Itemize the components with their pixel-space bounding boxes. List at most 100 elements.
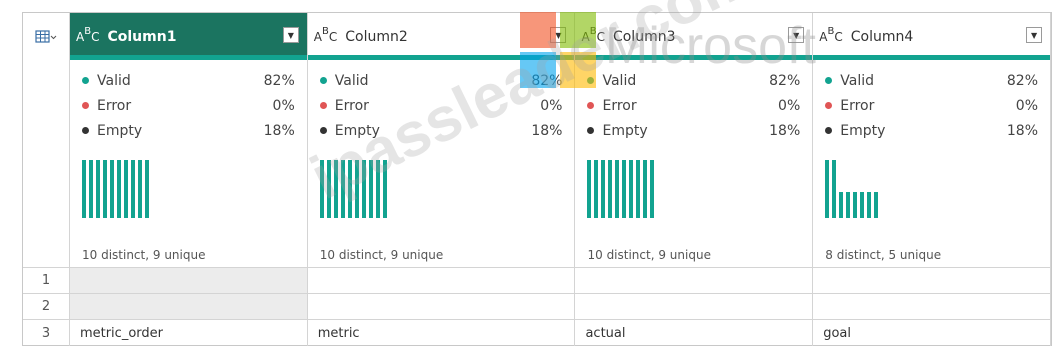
distribution-histogram[interactable]	[825, 148, 881, 218]
distribution-histogram[interactable]	[319, 148, 390, 218]
empty-stat: Empty 18%	[825, 118, 1038, 143]
table-cell[interactable]: goal	[813, 320, 1051, 346]
empty-dot-icon	[319, 127, 327, 134]
table-icon	[35, 29, 57, 43]
histogram-bar	[643, 160, 648, 218]
error-stat: Error 0%	[319, 93, 562, 118]
text-type-icon[interactable]: ABC	[314, 26, 337, 43]
histogram-bar	[347, 160, 352, 218]
empty-stat: Empty 18%	[82, 118, 295, 143]
histogram-bar	[326, 160, 331, 218]
column-name: Column3	[612, 28, 676, 45]
row-number[interactable]: 3	[23, 320, 70, 346]
table-cell[interactable]	[69, 268, 308, 293]
histogram-bar	[853, 192, 858, 218]
error-percent: 0%	[1015, 97, 1039, 114]
chevron-down-icon[interactable]: ▼	[1026, 27, 1043, 43]
row-number[interactable]: 1	[23, 268, 70, 293]
table-cell[interactable]: actual	[575, 320, 814, 346]
column-header-4[interactable]: ABC Column4 ▼	[813, 13, 1052, 60]
histogram-bar	[587, 160, 592, 218]
valid-stat: Valid 82%	[82, 68, 295, 93]
histogram-bar	[650, 160, 655, 218]
column-name: Column1	[107, 28, 177, 45]
chevron-down-icon[interactable]: ▼	[550, 27, 567, 43]
table-menu-button[interactable]	[23, 13, 70, 60]
histogram-bar	[110, 160, 114, 218]
table-cell[interactable]: metric_order	[70, 320, 308, 346]
valid-dot-icon	[319, 77, 327, 84]
table-cell[interactable]	[813, 294, 1051, 319]
histogram-bar	[319, 160, 324, 218]
valid-label: Valid	[97, 72, 131, 89]
error-stat: Error 0%	[825, 93, 1038, 118]
valid-label: Valid	[602, 72, 637, 89]
column-header-2[interactable]: ABC Column2 ▼	[307, 13, 576, 60]
error-label: Error	[97, 97, 132, 114]
histogram-bar	[82, 160, 86, 218]
text-type-icon[interactable]: ABC	[76, 26, 99, 43]
histogram-bar	[138, 160, 142, 218]
histogram-bar	[629, 160, 634, 218]
error-dot-icon	[587, 102, 595, 109]
valid-dot-icon	[825, 77, 833, 84]
text-type-icon[interactable]: ABC	[581, 26, 604, 43]
valid-stat: Valid 82%	[587, 68, 800, 93]
valid-percent: 82%	[769, 72, 801, 89]
valid-stat: Valid 82%	[825, 68, 1038, 93]
table-cell[interactable]	[69, 294, 308, 319]
histogram-bar	[368, 160, 373, 218]
histogram-bar	[608, 160, 613, 218]
table-cell[interactable]	[575, 268, 814, 293]
error-percent: 0%	[272, 97, 295, 114]
empty-percent: 18%	[769, 122, 801, 139]
histogram-bar	[601, 160, 606, 218]
chevron-down-icon[interactable]: ▼	[282, 27, 299, 43]
chevron-down-icon[interactable]: ▼	[788, 27, 805, 43]
histogram-bar	[124, 160, 128, 218]
table-cell[interactable]	[813, 268, 1051, 293]
table-cell[interactable]	[575, 294, 814, 319]
error-label: Error	[840, 97, 875, 114]
table-row: 3 metric_order metric actual goal	[23, 320, 1051, 346]
column-header-row: ABC Column1 ▼ ABC Column2 ▼ ABC Column3 …	[70, 13, 1052, 60]
histogram-bar	[874, 192, 879, 218]
error-percent: 0%	[778, 97, 801, 114]
empty-percent: 18%	[1006, 122, 1039, 139]
histogram-bar	[145, 160, 149, 218]
histogram-bar	[594, 160, 599, 218]
empty-percent: 18%	[531, 122, 563, 139]
empty-label: Empty	[602, 122, 648, 139]
empty-label: Empty	[840, 122, 886, 139]
histogram-bar	[89, 160, 93, 218]
error-dot-icon	[319, 102, 327, 109]
error-dot-icon	[82, 102, 89, 109]
histogram-bar	[839, 192, 844, 218]
error-dot-icon	[825, 102, 833, 109]
column-profile-1: Valid 82% Error 0% Empty 18% 10 distinct…	[70, 60, 308, 268]
column-header-3[interactable]: ABC Column3 ▼	[575, 13, 814, 60]
histogram-bar	[867, 192, 872, 218]
empty-stat: Empty 18%	[587, 118, 800, 143]
column-profile-4: Valid 82% Error 0% Empty 18% 8 distinct,…	[813, 60, 1052, 268]
table-cell[interactable]: metric	[308, 320, 576, 346]
histogram-bar	[846, 192, 851, 218]
empty-percent: 18%	[263, 122, 295, 139]
histogram-bar	[333, 160, 338, 218]
histogram-bar	[117, 160, 121, 218]
table-cell[interactable]	[308, 294, 576, 319]
histogram-bar	[825, 160, 830, 218]
distinct-count: 10 distinct, 9 unique	[82, 248, 206, 262]
column-header-1[interactable]: ABC Column1 ▼	[70, 13, 308, 60]
distinct-count: 10 distinct, 9 unique	[319, 248, 444, 262]
distribution-histogram[interactable]	[587, 148, 657, 218]
valid-label: Valid	[334, 72, 369, 89]
text-type-icon[interactable]: ABC	[819, 26, 842, 43]
histogram-bar	[636, 160, 641, 218]
distinct-count: 10 distinct, 9 unique	[587, 248, 711, 262]
row-number[interactable]: 2	[23, 294, 70, 319]
valid-stat: Valid 82%	[319, 68, 562, 93]
distribution-histogram[interactable]	[82, 148, 152, 218]
table-cell[interactable]	[308, 268, 576, 293]
empty-stat: Empty 18%	[319, 118, 563, 143]
